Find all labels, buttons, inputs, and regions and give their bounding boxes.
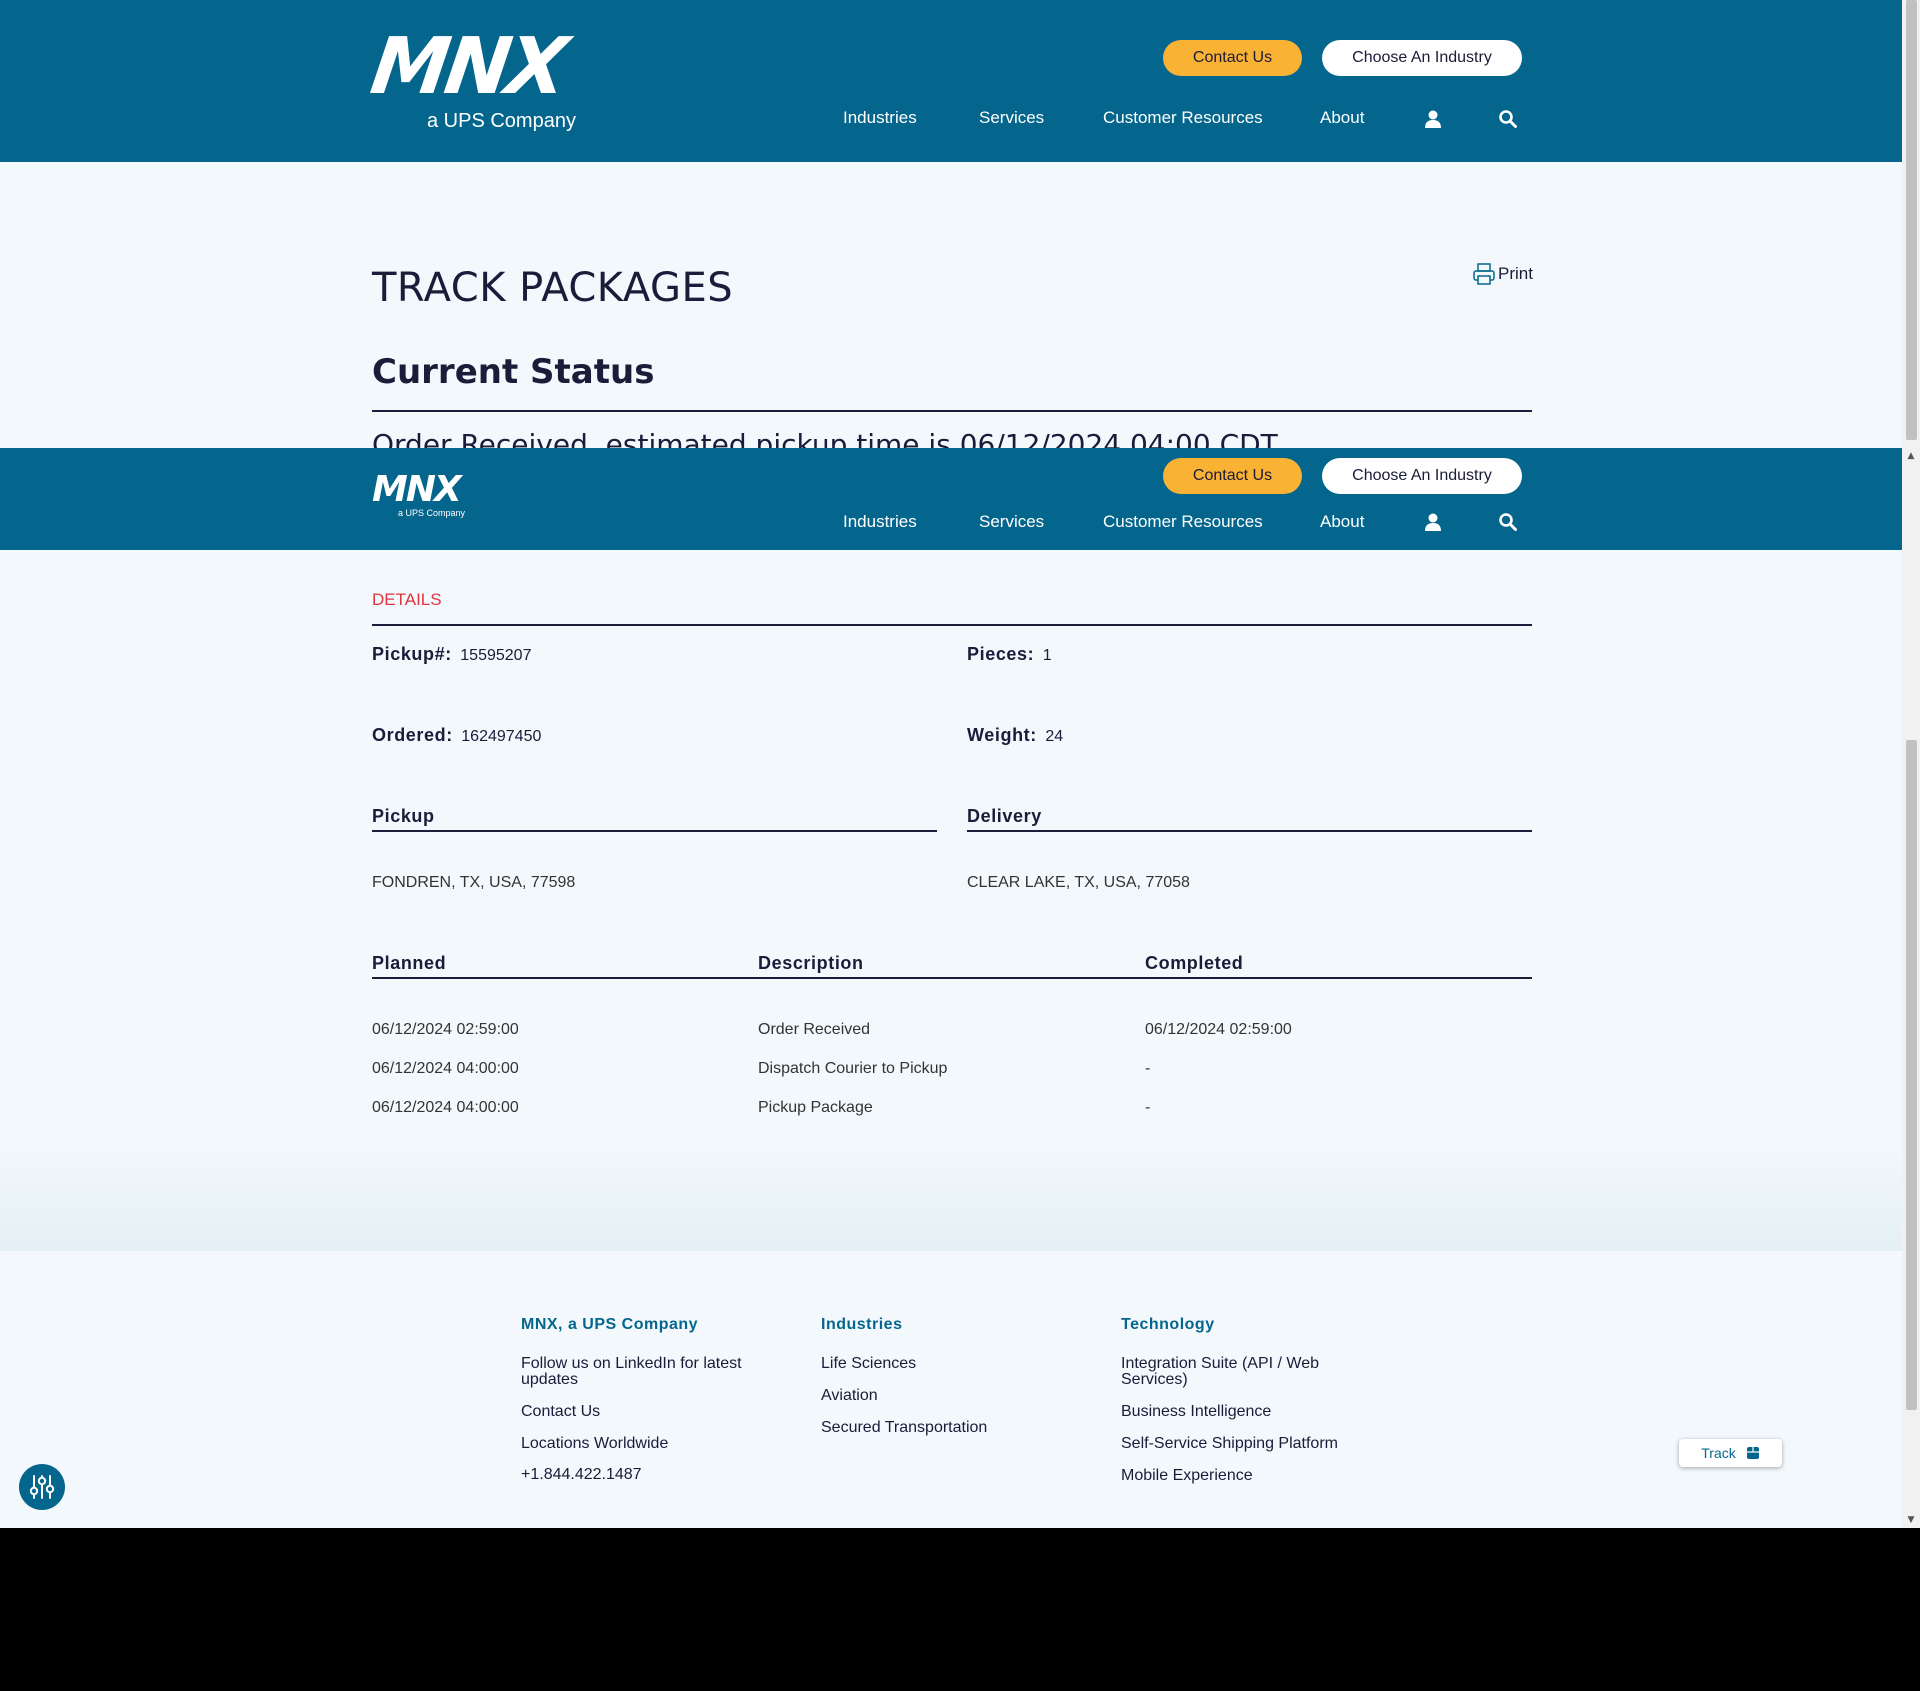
sticky-nav-about[interactable]: About: [1320, 512, 1364, 532]
delivery-address: CLEAR LAKE, TX, USA, 77058: [967, 874, 1190, 891]
nav-services[interactable]: Services: [979, 108, 1044, 128]
browser-viewport: MNX a UPS Company Contact Us Choose An I…: [0, 0, 1902, 1528]
nav-industries[interactable]: Industries: [843, 108, 917, 128]
event-planned: 06/12/2024 04:00:00: [372, 1099, 519, 1116]
footer-heading-technology: Technology: [1121, 1316, 1215, 1333]
event-completed: -: [1145, 1099, 1151, 1116]
pickup-number-label: Pickup#:: [372, 644, 452, 664]
package-icon: [1746, 1447, 1759, 1459]
footer-link-shipping-platform[interactable]: Self-Service Shipping Platform: [1121, 1436, 1338, 1452]
site-footer: MNX, a UPS Company Follow us on LinkedIn…: [0, 1251, 1902, 1528]
details-heading: DETAILS: [372, 590, 442, 609]
logo-wordmark: MNX: [365, 22, 570, 112]
column-header-completed: Completed: [1145, 953, 1244, 973]
column-header-planned: Planned: [372, 953, 447, 973]
scroll-up-arrow-icon[interactable]: ▲: [1902, 448, 1920, 464]
accessibility-sliders-icon: [29, 1475, 55, 1499]
pickup-number: Pickup#: 15595207: [372, 644, 531, 665]
pickup-heading: Pickup: [372, 806, 435, 826]
ordered-label: Ordered:: [372, 725, 453, 745]
scrollbar-thumb[interactable]: [1906, 740, 1917, 1410]
footer-link-phone[interactable]: +1.844.422.1487: [521, 1467, 642, 1483]
site-header: MNX a UPS Company Contact Us Choose An I…: [0, 0, 1902, 162]
sticky-logo-wordmark: MNX: [372, 469, 462, 510]
event-completed: -: [1145, 1060, 1151, 1077]
vertical-scrollbar[interactable]: ▲ ▼: [1902, 0, 1920, 1528]
ordered-value: 162497450: [461, 728, 542, 745]
footer-link-life-sciences[interactable]: Life Sciences: [821, 1356, 916, 1372]
weight-value: 24: [1045, 728, 1064, 745]
footer-link-integration-suite[interactable]: Integration Suite (API / Web Services): [1121, 1356, 1351, 1388]
contact-us-button[interactable]: Contact Us: [1163, 40, 1302, 76]
print-button[interactable]: Print: [1472, 262, 1533, 286]
sticky-logo[interactable]: MNX a UPS Company: [372, 469, 466, 519]
track-label: Track: [1701, 1445, 1736, 1461]
footer-heading-industries: Industries: [821, 1316, 903, 1333]
footer-link-locations[interactable]: Locations Worldwide: [521, 1436, 668, 1452]
divider: [372, 977, 1532, 979]
divider: [372, 410, 1532, 412]
nav-about[interactable]: About: [1320, 108, 1364, 128]
sticky-logo-tagline: a UPS Company: [398, 508, 466, 518]
footer-link-business-intelligence[interactable]: Business Intelligence: [1121, 1404, 1271, 1420]
footer-link-aviation[interactable]: Aviation: [821, 1388, 878, 1404]
divider: [967, 830, 1532, 832]
printer-icon: [1473, 263, 1495, 285]
delivery-heading: Delivery: [967, 806, 1042, 826]
accessibility-button[interactable]: [19, 1464, 65, 1510]
pickup-address: FONDREN, TX, USA, 77598: [372, 874, 576, 891]
mnx-logo[interactable]: MNX a UPS Company: [366, 22, 576, 133]
footer-link-mobile-experience[interactable]: Mobile Experience: [1121, 1468, 1253, 1484]
event-description: Order Received: [758, 1021, 871, 1038]
sticky-header: MNX a UPS Company Contact Us Choose An I…: [0, 448, 1902, 550]
page-title: TRACK PACKAGES: [372, 265, 734, 311]
event-description: Dispatch Courier to Pickup: [758, 1060, 948, 1077]
footer-heading-company: MNX, a UPS Company: [521, 1316, 699, 1333]
footer-link-linkedin[interactable]: Follow us on LinkedIn for latest updates: [521, 1356, 761, 1388]
track-widget-button[interactable]: Track: [1679, 1439, 1782, 1467]
event-completed: 06/12/2024 02:59:00: [1145, 1021, 1292, 1038]
scrollbar-thumb[interactable]: [1906, 0, 1917, 440]
pieces: Pieces: 1: [967, 644, 1052, 665]
choose-industry-button[interactable]: Choose An Industry: [1322, 40, 1522, 76]
sticky-nav-customer-resources[interactable]: Customer Resources: [1103, 512, 1263, 532]
user-icon[interactable]: [1423, 512, 1443, 532]
nav-customer-resources[interactable]: Customer Resources: [1103, 108, 1263, 128]
sticky-contact-us-button[interactable]: Contact Us: [1163, 458, 1302, 494]
sticky-nav-industries[interactable]: Industries: [843, 512, 917, 532]
divider: [372, 830, 937, 832]
sticky-nav-services[interactable]: Services: [979, 512, 1044, 532]
column-header-description: Description: [758, 953, 864, 973]
event-description: Pickup Package: [758, 1099, 873, 1116]
search-icon[interactable]: [1498, 109, 1518, 129]
divider: [372, 624, 1532, 626]
user-icon[interactable]: [1423, 109, 1443, 129]
sticky-choose-industry-button[interactable]: Choose An Industry: [1322, 458, 1522, 494]
pieces-value: 1: [1042, 647, 1052, 664]
footer-link-secured-transportation[interactable]: Secured Transportation: [821, 1420, 987, 1436]
footer-link-contact[interactable]: Contact Us: [521, 1404, 600, 1420]
weight-label: Weight:: [967, 725, 1037, 745]
weight: Weight: 24: [967, 725, 1063, 746]
event-planned: 06/12/2024 04:00:00: [372, 1060, 519, 1077]
ordered: Ordered: 162497450: [372, 725, 541, 746]
pieces-label: Pieces:: [967, 644, 1035, 664]
current-status-heading: Current Status: [372, 352, 655, 392]
section-fade: [0, 1140, 1902, 1251]
event-planned: 06/12/2024 02:59:00: [372, 1021, 519, 1038]
pickup-number-value: 15595207: [460, 647, 532, 664]
search-icon[interactable]: [1498, 512, 1518, 532]
logo-tagline: a UPS Company: [427, 110, 576, 132]
scroll-down-arrow-icon[interactable]: ▼: [1902, 1512, 1920, 1528]
print-label: Print: [1498, 264, 1533, 283]
